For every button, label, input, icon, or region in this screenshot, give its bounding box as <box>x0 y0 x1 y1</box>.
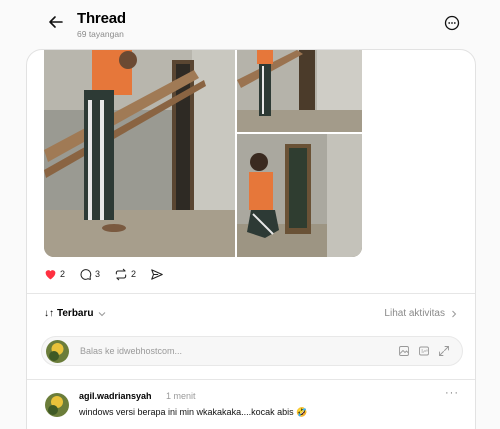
post-photo-3[interactable] <box>237 134 362 257</box>
comment-count: 3 <box>95 269 101 279</box>
repost-button[interactable]: 2 <box>114 268 136 281</box>
view-activity-link[interactable]: Lihat aktivitas <box>384 308 457 319</box>
chevron-right-icon <box>452 310 457 317</box>
repost-icon <box>115 268 127 280</box>
post-media-gallery <box>44 50 362 257</box>
thread-card: 2 3 2 ↓↑ Terbaru Lihat aktivitas Balas k… <box>26 49 476 429</box>
sort-arrows-icon: ↓↑ <box>44 308 54 319</box>
back-arrow-icon[interactable] <box>46 12 66 32</box>
send-icon <box>151 268 163 280</box>
more-options-icon[interactable] <box>443 14 461 32</box>
comment-button[interactable]: 3 <box>79 268 100 281</box>
sort-dropdown[interactable]: ↓↑ Terbaru <box>44 308 106 319</box>
chevron-down-icon <box>98 311 105 316</box>
view-count: 69 tayangan <box>77 29 124 39</box>
post-actions: 2 3 2 <box>44 265 178 283</box>
avatar <box>46 340 69 363</box>
comment-more-icon[interactable]: ··· <box>445 387 459 399</box>
comment-timestamp: 1 menit <box>166 391 196 401</box>
reply-tools <box>390 345 450 357</box>
heart-icon <box>45 270 56 280</box>
commenter-username[interactable]: agil.wadriansyah <box>79 391 152 401</box>
gif-icon[interactable] <box>418 345 430 357</box>
commenter-avatar[interactable] <box>45 393 69 417</box>
post-photo-1[interactable] <box>44 50 235 257</box>
like-button[interactable]: 2 <box>44 268 65 280</box>
like-count: 2 <box>60 269 66 279</box>
post-photo-2[interactable] <box>237 50 362 132</box>
page-title: Thread <box>77 10 126 27</box>
activity-label: Lihat aktivitas <box>384 308 445 319</box>
expand-icon[interactable] <box>438 345 450 357</box>
comment-bubble-icon <box>80 268 92 280</box>
thread-header: Thread 69 tayangan <box>0 0 500 44</box>
repost-count: 2 <box>131 269 137 279</box>
image-icon[interactable] <box>398 345 410 357</box>
sort-label: Terbaru <box>57 308 94 319</box>
reply-input[interactable]: Balas ke idwebhostcom... <box>41 336 463 366</box>
share-button[interactable] <box>150 268 164 281</box>
comment-text: windows versi berapa ini min wkakakaka..… <box>79 407 308 417</box>
divider <box>27 293 475 294</box>
reply-placeholder: Balas ke idwebhostcom... <box>80 346 183 356</box>
divider <box>27 379 475 380</box>
